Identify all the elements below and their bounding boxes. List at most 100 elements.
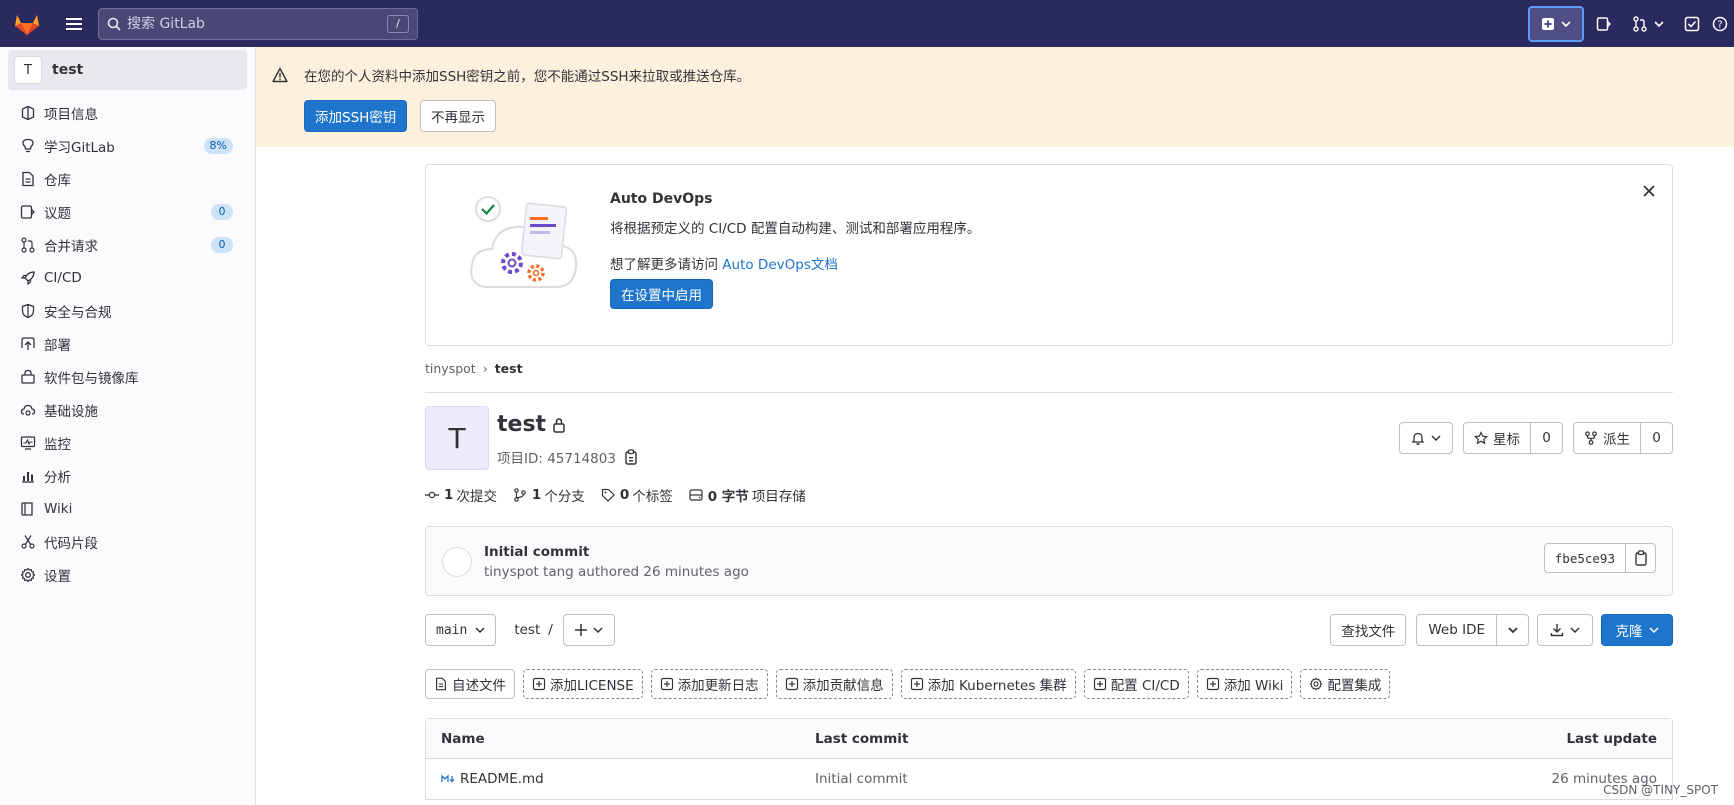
chevron-down-icon [1648, 627, 1659, 634]
fork-button[interactable]: 派生 [1573, 422, 1641, 454]
commits-count: 1 [444, 487, 454, 503]
sidebar-item-10[interactable]: 监控 [0, 426, 255, 459]
star-count[interactable]: 0 [1531, 422, 1563, 454]
quick-action-label: 添加 Wiki [1223, 678, 1284, 694]
menu-button[interactable] [54, 0, 94, 47]
copy-sha-button[interactable] [1626, 543, 1656, 573]
sidebar-item-1[interactable]: 学习GitLab 8% [0, 129, 255, 162]
avatar[interactable] [442, 547, 472, 577]
todo-nav-button[interactable] [1676, 6, 1708, 42]
table-header: Name Last commit Last update [426, 719, 1672, 759]
commits-label: 次提交 [456, 489, 497, 505]
breadcrumb-current[interactable]: test [495, 361, 523, 376]
quick-action-3[interactable]: 添加贡献信息 [775, 669, 893, 699]
sidebar-item-6[interactable]: 安全与合规 [0, 294, 255, 327]
bulb-icon [20, 138, 36, 154]
commit-author[interactable]: tinyspot tang [484, 564, 574, 580]
warning-icon [272, 67, 288, 87]
sidebar-item-7[interactable]: 部署 [0, 327, 255, 360]
add-to-tree-dropdown[interactable] [562, 614, 615, 646]
merge-requests-nav-button[interactable] [1624, 6, 1672, 42]
file-table: Name Last commit Last update README.md I… [425, 718, 1673, 800]
repo-path[interactable]: test [514, 622, 540, 638]
stat-commits[interactable]: 1 次提交 [425, 485, 497, 505]
breadcrumb-group-link[interactable]: tinyspot [425, 361, 476, 376]
web-ide-dropdown[interactable] [1497, 614, 1529, 646]
branch-selector[interactable]: main [425, 614, 497, 646]
create-new-button[interactable] [1528, 5, 1584, 42]
chevron-down-icon [593, 627, 603, 634]
gitlab-logo-icon [15, 14, 39, 35]
devops-docs-link[interactable]: Auto DevOps文档 [722, 257, 838, 273]
find-file-button[interactable]: 查找文件 [1330, 614, 1407, 646]
quick-action-4[interactable]: 添加 Kubernetes 集群 [900, 669, 1076, 699]
stat-storage[interactable]: 0 字节 项目存储 [689, 485, 806, 505]
sidebar-item-14[interactable]: 设置 [0, 558, 255, 591]
issues-nav-button[interactable] [1588, 6, 1620, 42]
fork-group: 派生 0 [1573, 422, 1673, 454]
project-name: test [497, 412, 547, 437]
sidebar-item-5[interactable]: CI/CD [0, 261, 255, 294]
star-group: 星标 0 [1463, 422, 1563, 454]
quick-action-7[interactable]: 配置集成 [1300, 669, 1391, 699]
sidebar-item-label: 安全与合规 [44, 304, 112, 321]
sidebar-item-13[interactable]: 代码片段 [0, 525, 255, 558]
search-box[interactable]: / [98, 7, 418, 40]
sidebar-item-label: CI/CD [44, 269, 82, 286]
file-last-commit[interactable]: Initial commit [815, 771, 908, 787]
quick-action-2[interactable]: 添加更新日志 [650, 669, 768, 699]
file-name-link[interactable]: README.md [441, 771, 544, 787]
fork-count[interactable]: 0 [1641, 422, 1673, 454]
document-icon [20, 171, 36, 187]
gitlab-logo[interactable] [0, 0, 54, 47]
star-button[interactable]: 星标 [1463, 422, 1531, 454]
sidebar-item-12[interactable]: Wiki [0, 492, 255, 525]
sidebar-item-label: 项目信息 [44, 106, 98, 123]
fork-icon [1585, 431, 1597, 445]
alert-message: 在您的个人资料中添加SSH密钥之前，您不能通过SSH来拉取或推送仓库。 [304, 69, 751, 85]
quick-action-5[interactable]: 配置 CI/CD [1083, 669, 1189, 699]
devops-illustration-icon [470, 196, 578, 288]
cloud-gear-icon [20, 402, 36, 418]
plus-icon [574, 624, 587, 636]
commit-title[interactable]: Initial commit [484, 544, 589, 560]
web-ide-button[interactable]: Web IDE [1416, 614, 1497, 646]
dont-show-again-button[interactable]: 不再显示 [420, 100, 496, 132]
plus-square-icon [785, 677, 799, 691]
document-icon [434, 677, 448, 691]
sidebar-item-label: 分析 [44, 469, 71, 486]
quick-action-6[interactable]: 添加 Wiki [1196, 669, 1293, 699]
sidebar-item-3[interactable]: 议题 0 [0, 195, 255, 228]
commit-meta: tinyspot tang authored 26 minutes ago [484, 564, 749, 580]
copy-icon [1634, 550, 1647, 566]
branch-icon [514, 488, 526, 502]
shield-icon [20, 303, 36, 319]
help-nav-button[interactable]: ? [1712, 6, 1732, 42]
project-avatar: T [14, 56, 42, 84]
notification-dropdown[interactable] [1399, 422, 1453, 454]
sidebar-item-9[interactable]: 基础设施 [0, 393, 255, 426]
sidebar-item-2[interactable]: 仓库 [0, 162, 255, 195]
sidebar-item-0[interactable]: 项目信息 [0, 96, 255, 129]
clone-dropdown[interactable]: 克隆 [1601, 614, 1673, 646]
copy-icon[interactable] [624, 449, 638, 465]
quick-action-1[interactable]: 添加LICENSE [523, 669, 643, 699]
close-icon[interactable] [1642, 179, 1656, 203]
sidebar-project-header[interactable]: T test [8, 50, 247, 90]
plus-square-icon [532, 677, 546, 691]
stat-tags[interactable]: 0 个标签 [601, 485, 673, 505]
file-name: README.md [460, 771, 544, 787]
sidebar-item-8[interactable]: 软件包与镜像库 [0, 360, 255, 393]
commit-sha[interactable]: fbe5ce93 [1543, 543, 1626, 573]
plus-square-icon [910, 677, 924, 691]
sidebar-item-label: 议题 [44, 205, 71, 222]
search-input[interactable] [127, 15, 387, 32]
download-dropdown[interactable] [1537, 614, 1593, 646]
sidebar-item-4[interactable]: 合并请求 0 [0, 228, 255, 261]
quick-action-0[interactable]: 自述文件 [425, 669, 515, 699]
enable-in-settings-button[interactable]: 在设置中启用 [610, 279, 713, 309]
table-row[interactable]: README.md Initial commit 26 minutes ago [426, 759, 1672, 799]
stat-branches[interactable]: 1 个分支 [513, 485, 585, 505]
sidebar-item-11[interactable]: 分析 [0, 459, 255, 492]
add-ssh-key-button[interactable]: 添加SSH密钥 [304, 100, 408, 132]
